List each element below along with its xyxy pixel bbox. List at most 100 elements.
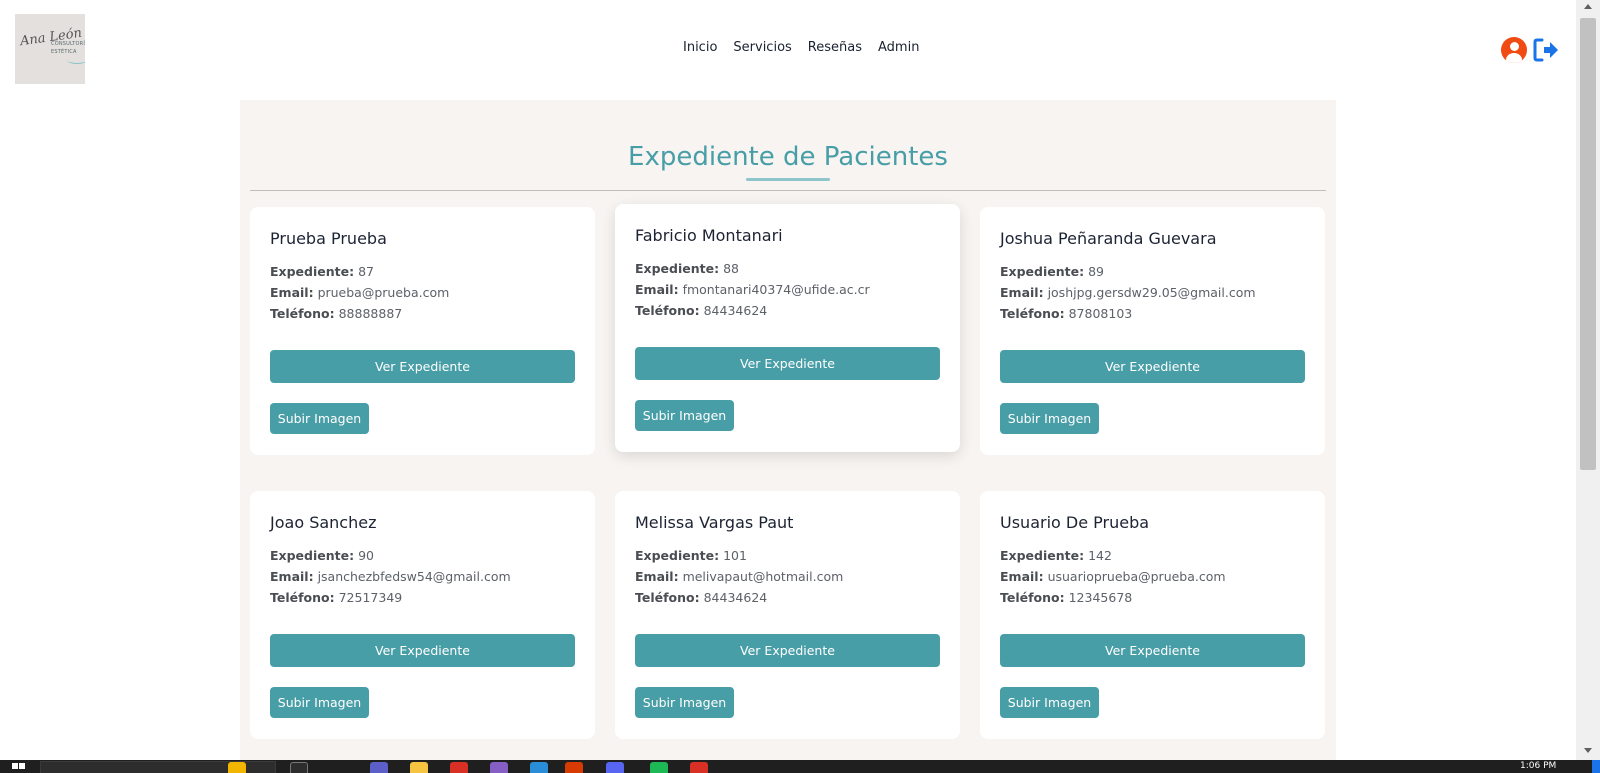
scroll-up-arrow-icon[interactable] [1584, 4, 1592, 9]
patient-expediente: Expediente: 89 [1000, 264, 1104, 279]
file-explorer-icon[interactable] [410, 762, 428, 773]
patient-telefono: Teléfono: 12345678 [1000, 590, 1132, 605]
patient-card: Fabricio Montanari Expediente: 88 Email:… [615, 204, 960, 452]
expediente-value: 89 [1088, 264, 1104, 279]
ver-expediente-button[interactable]: Ver Expediente [1000, 634, 1305, 667]
patient-name: Fabricio Montanari [635, 226, 783, 245]
brand-logo[interactable]: Ana León CONSULTORÍA ESTÉTICA [15, 14, 85, 84]
subir-imagen-button[interactable]: Subir Imagen [1000, 687, 1099, 718]
telefono-label: Teléfono: [270, 590, 335, 605]
patient-card: Prueba Prueba Expediente: 87 Email: prue… [250, 207, 595, 455]
expediente-value: 90 [358, 548, 374, 563]
teams-icon[interactable] [370, 762, 388, 773]
expediente-label: Expediente: [1000, 264, 1085, 279]
email-label: Email: [635, 282, 679, 297]
patient-name: Melissa Vargas Paut [635, 513, 794, 532]
subir-imagen-button[interactable]: Subir Imagen [635, 687, 734, 718]
spotify-icon[interactable] [650, 762, 668, 773]
discord-icon[interactable] [606, 762, 624, 773]
user-icon-head [1509, 42, 1519, 51]
nav-link-inicio[interactable]: Inicio [683, 40, 717, 55]
main-nav: Inicio Servicios Reseñas Admin [683, 40, 935, 55]
office-icon[interactable] [565, 762, 583, 773]
patient-expediente: Expediente: 101 [635, 548, 747, 563]
ver-expediente-button[interactable]: Ver Expediente [1000, 350, 1305, 383]
patient-expediente: Expediente: 90 [270, 548, 374, 563]
patient-name: Joshua Peñaranda Guevara [1000, 229, 1217, 248]
notification-indicator[interactable] [1592, 760, 1600, 773]
subir-imagen-button[interactable]: Subir Imagen [1000, 403, 1099, 434]
windows-start-icon[interactable] [12, 763, 26, 773]
task-view-icon[interactable] [290, 762, 308, 773]
taskbar-clock[interactable]: 1:06 PM [1520, 761, 1556, 771]
patients-panel: Expediente de Pacientes Prueba Prueba Ex… [240, 100, 1336, 760]
vscode-icon[interactable] [530, 762, 548, 773]
email-label: Email: [635, 569, 679, 584]
expediente-label: Expediente: [635, 261, 720, 276]
patient-card: Joshua Peñaranda Guevara Expediente: 89 … [980, 207, 1325, 455]
nav-link-admin[interactable]: Admin [878, 40, 919, 55]
logo-tagline-line-2: ESTÉTICA [51, 49, 77, 55]
expediente-value: 88 [723, 261, 739, 276]
user-circle-icon[interactable] [1501, 37, 1527, 63]
sign-out-icon[interactable] [1532, 37, 1560, 63]
patient-email: Email: fmontanari40374@ufide.ac.cr [635, 282, 870, 297]
ver-expediente-button[interactable]: Ver Expediente [635, 347, 940, 380]
telefono-value: 87808103 [1068, 306, 1133, 321]
os-taskbar: 1:06 PM [0, 760, 1600, 773]
patient-telefono: Teléfono: 87808103 [1000, 306, 1132, 321]
nav-link-servicios[interactable]: Servicios [733, 40, 791, 55]
expediente-label: Expediente: [270, 264, 355, 279]
email-value: fmontanari40374@ufide.ac.cr [682, 282, 870, 297]
visual-studio-icon[interactable] [490, 762, 508, 773]
subir-imagen-button[interactable]: Subir Imagen [270, 403, 369, 434]
expediente-label: Expediente: [270, 548, 355, 563]
patient-card: Joao Sanchez Expediente: 90 Email: jsanc… [250, 491, 595, 739]
chrome-icon[interactable] [450, 762, 468, 773]
email-label: Email: [270, 569, 314, 584]
telefono-label: Teléfono: [270, 306, 335, 321]
ver-expediente-button[interactable]: Ver Expediente [270, 350, 575, 383]
section-divider [250, 190, 1326, 191]
patient-email: Email: prueba@prueba.com [270, 285, 449, 300]
ver-expediente-button[interactable]: Ver Expediente [270, 634, 575, 667]
nav-link-resenas[interactable]: Reseñas [808, 40, 862, 55]
patient-card: Melissa Vargas Paut Expediente: 101 Emai… [615, 491, 960, 739]
chrome-profile-icon[interactable] [690, 762, 708, 773]
email-value: jsanchezbfedsw54@gmail.com [317, 569, 511, 584]
email-label: Email: [270, 285, 314, 300]
patient-email: Email: melivapaut@hotmail.com [635, 569, 843, 584]
expediente-value: 142 [1088, 548, 1112, 563]
expediente-label: Expediente: [635, 548, 720, 563]
telefono-label: Teléfono: [1000, 590, 1065, 605]
patient-name: Prueba Prueba [270, 229, 387, 248]
telefono-label: Teléfono: [635, 303, 700, 318]
pinned-app-icon[interactable] [228, 762, 246, 773]
subir-imagen-button[interactable]: Subir Imagen [635, 400, 734, 431]
patient-expediente: Expediente: 142 [1000, 548, 1112, 563]
telefono-label: Teléfono: [635, 590, 700, 605]
patient-name: Joao Sanchez [270, 513, 377, 532]
page-scrollbar[interactable] [1576, 0, 1600, 760]
ver-expediente-button[interactable]: Ver Expediente [635, 634, 940, 667]
patient-expediente: Expediente: 87 [270, 264, 374, 279]
telefono-value: 72517349 [338, 590, 403, 605]
title-underline [746, 178, 830, 181]
patient-name: Usuario De Prueba [1000, 513, 1150, 532]
email-value: joshjpg.gersdw29.05@gmail.com [1047, 285, 1256, 300]
expediente-value: 87 [358, 264, 374, 279]
telefono-value: 84434624 [703, 590, 768, 605]
email-value: melivapaut@hotmail.com [682, 569, 844, 584]
site-header: Ana León CONSULTORÍA ESTÉTICA Inicio Ser… [0, 0, 1574, 100]
subir-imagen-button[interactable]: Subir Imagen [270, 687, 369, 718]
logo-tagline-line-1: CONSULTORÍA [51, 41, 85, 47]
email-label: Email: [1000, 569, 1044, 584]
scrollbar-thumb[interactable] [1580, 18, 1596, 470]
user-icon-body [1506, 53, 1522, 63]
telefono-label: Teléfono: [1000, 306, 1065, 321]
expediente-value: 101 [723, 548, 747, 563]
scroll-down-arrow-icon[interactable] [1584, 748, 1592, 753]
page: Ana León CONSULTORÍA ESTÉTICA Inicio Ser… [0, 0, 1600, 773]
patient-telefono: Teléfono: 84434624 [635, 590, 767, 605]
patient-email: Email: jsanchezbfedsw54@gmail.com [270, 569, 511, 584]
